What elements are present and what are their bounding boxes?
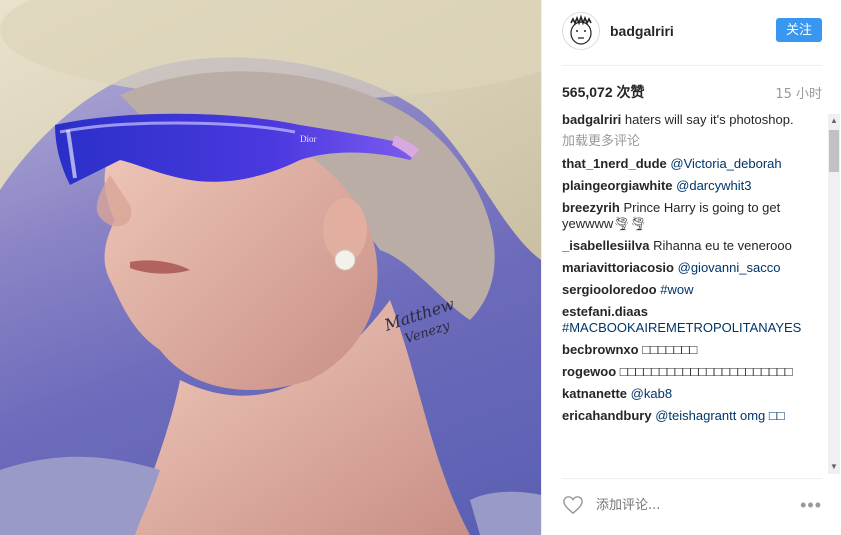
more-options-icon[interactable]: ••• [800,495,822,516]
comment-row: breezyrih Prince Harry is going to get y… [562,200,826,232]
comment-username[interactable]: breezyrih [562,200,620,215]
comment-text: Rihanna eu te venerooo [653,238,792,253]
comments-list: badgalriri haters will say it's photosho… [562,112,826,474]
caption-username[interactable]: badgalriri [562,112,621,127]
comment-row: rogewoo □□□□□□□□□□□□□□□□□□□□□□ [562,364,826,380]
post-timestamp[interactable]: 15 小时 [775,83,822,102]
comment-username[interactable]: plaingeorgiawhite [562,178,673,193]
post-photo[interactable]: Dior Matthew Venezy [0,0,541,535]
likes-count[interactable]: 565,072 次赞 [562,82,645,102]
comment-username[interactable]: estefani.diaas [562,304,648,319]
scrollbar-thumb[interactable] [829,130,839,172]
comment-row: estefani.diaas #MACBOOKAIREMETROPOLITANA… [562,304,826,336]
comment-row: becbrownxo □□□□□□□ [562,342,826,358]
comment-text[interactable]: @Victoria_deborah [670,156,781,171]
comment-username[interactable]: sergiooloredoo [562,282,657,297]
divider [562,478,822,479]
comment-text: □□□□□□□ [642,342,698,357]
comment-username[interactable]: katnanette [562,386,627,401]
comment-row: ericahandbury @teishagrantt omg □□ [562,408,826,424]
comment-text: □□□□□□□□□□□□□□□□□□□□□□ [619,364,793,379]
pearl-earring [334,249,356,271]
comment-text[interactable]: #wow [660,282,693,297]
post-footer: ••• [562,490,822,520]
comment-text[interactable]: @kab8 [631,386,672,401]
post-author-username[interactable]: badgalriri [610,23,674,39]
avatar[interactable] [562,12,600,50]
comments-scrollbar[interactable]: ▲ ▼ [828,114,840,474]
caption-text: haters will say it's photoshop. [624,112,794,127]
comment-username[interactable]: _isabellesiilva [562,238,649,253]
clothing-shape [0,456,160,535]
glasses-brand-text: Dior [300,134,317,144]
post-header: badgalriri 关注 [562,8,822,54]
portrait-illustration: Dior Matthew Venezy [0,0,541,535]
comment-username[interactable]: mariavittoriacosio [562,260,674,275]
comment-username[interactable]: becbrownxo [562,342,639,357]
comment-username[interactable]: rogewoo [562,364,616,379]
comment-input[interactable] [594,496,801,514]
comment-text[interactable]: @giovanni_sacco [678,260,781,275]
load-more-comments-link[interactable]: 加载更多评论 [562,134,826,150]
comment-username[interactable]: that_1nerd_dude [562,156,667,171]
scroll-up-arrow-icon[interactable]: ▲ [828,114,840,128]
cartoon-avatar-icon [563,13,599,49]
caption: badgalriri haters will say it's photosho… [562,112,826,128]
follow-button[interactable]: 关注 [776,18,822,42]
comment-row: _isabellesiilva Rihanna eu te venerooo [562,238,826,254]
scroll-down-arrow-icon[interactable]: ▼ [828,460,840,474]
comment-text[interactable]: #MACBOOKAIREMETROPOLITANAYES [562,320,801,335]
comment-text[interactable]: @teishagrantt omg □□ [655,408,784,423]
heart-outline-icon[interactable] [562,495,584,515]
comment-row: plaingeorgiawhite @darcywhit3 [562,178,826,194]
likes-row: 565,072 次赞 15 小时 [562,82,822,102]
comment-row: that_1nerd_dude @Victoria_deborah [562,156,826,172]
comment-row: katnanette @kab8 [562,386,826,402]
comment-row: mariavittoriacosio @giovanni_sacco [562,260,826,276]
comment-text[interactable]: @darcywhit3 [676,178,751,193]
comment-row: sergiooloredoo #wow [562,282,826,298]
divider [562,65,822,66]
comment-username[interactable]: ericahandbury [562,408,652,423]
post-details-panel: badgalriri 关注 565,072 次赞 15 小时 badgalrir… [541,0,841,535]
instagram-post-modal: Dior Matthew Venezy badgalriri 关注 565,07… [0,0,841,535]
